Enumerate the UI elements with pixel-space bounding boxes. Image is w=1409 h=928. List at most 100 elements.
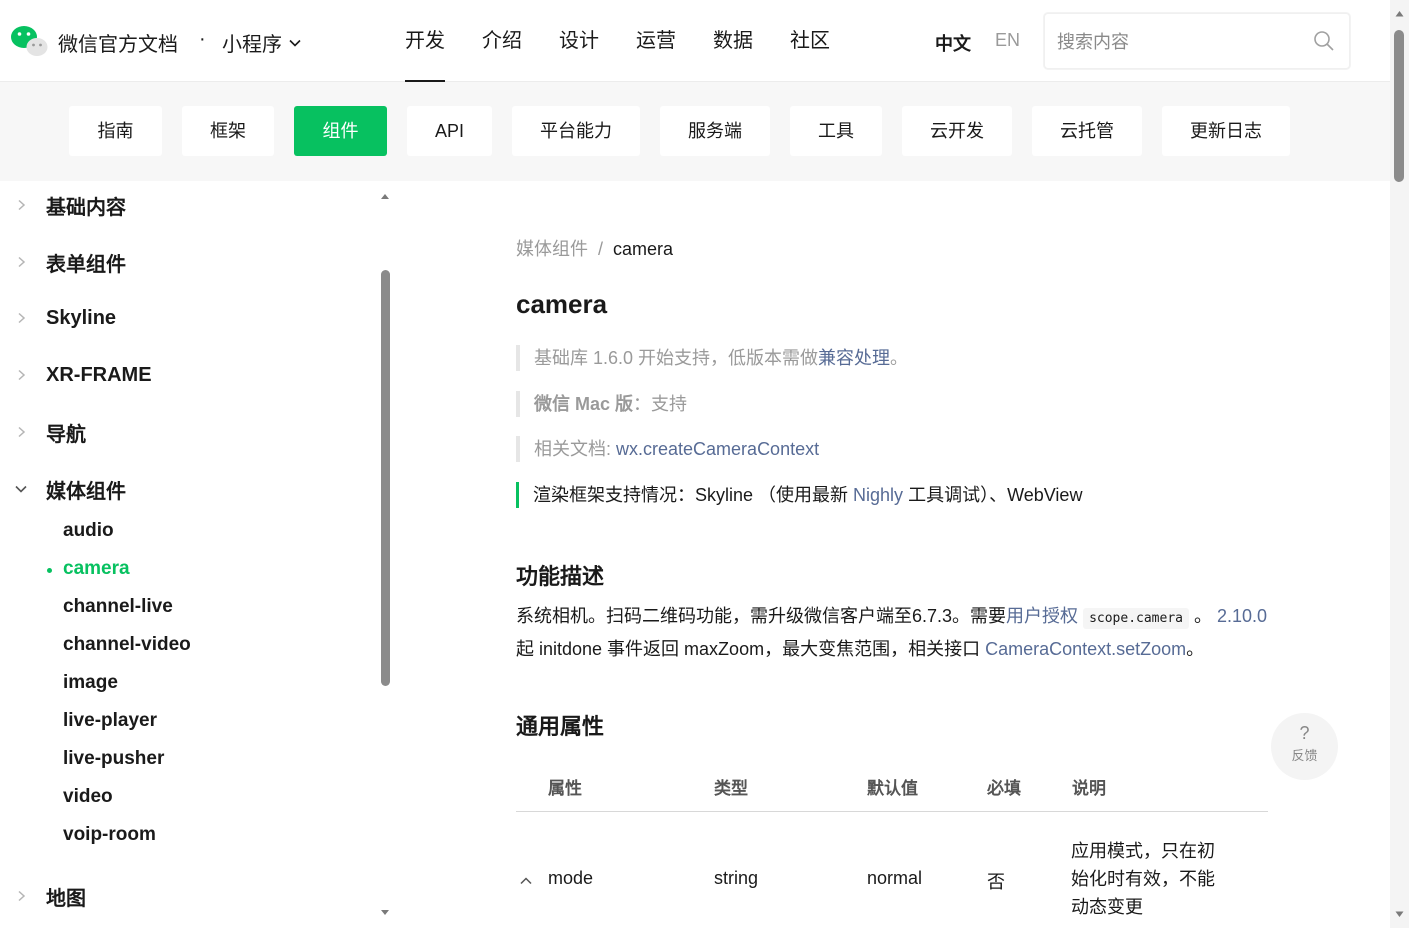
- set-zoom-link[interactable]: CameraContext.setZoom: [985, 639, 1186, 659]
- nighly-link[interactable]: Nighly: [853, 485, 903, 505]
- table-header-required: 必填: [987, 779, 1021, 798]
- table-divider: [516, 811, 1268, 812]
- table-header-type: 类型: [714, 779, 748, 798]
- category-platform[interactable]: 平台能力: [512, 106, 640, 156]
- table-cell-description: 应用模式，只在初始化时有效，不能动态变更: [1071, 841, 1215, 917]
- product-switcher[interactable]: 小程序: [222, 28, 302, 57]
- render-support-note: 渲染框架支持情况：Skyline （使用最新 Nighly 工具调试）、WebV…: [516, 482, 1082, 508]
- breadcrumb-separator: /: [598, 239, 604, 259]
- nav-item-design[interactable]: 设计: [559, 0, 599, 82]
- sidebar-item-channel-video[interactable]: channel-video: [63, 634, 191, 656]
- table-cell-type: string: [714, 868, 759, 888]
- category-framework[interactable]: 框架: [182, 106, 274, 156]
- sidebar-group-basic[interactable]: 基础内容: [0, 185, 370, 225]
- brand-title[interactable]: 微信官方文档: [58, 28, 178, 57]
- category-tools[interactable]: 工具: [790, 106, 882, 156]
- sidebar-group-map[interactable]: 地图: [0, 876, 370, 916]
- scroll-up-arrow-icon[interactable]: [1395, 10, 1404, 17]
- sidebar-group-label: XR-FRAME: [46, 363, 152, 386]
- scroll-down-arrow-icon[interactable]: [380, 909, 390, 917]
- chevron-right-icon: [18, 199, 26, 211]
- page-scrollbar[interactable]: [1390, 0, 1409, 928]
- breadcrumb-parent[interactable]: 媒体组件: [516, 239, 588, 259]
- sidebar-group-skyline[interactable]: Skyline: [0, 298, 370, 338]
- desc-text-3: 起 initdone 事件返回 maxZoom，最大变焦范围，相关接口: [516, 639, 986, 659]
- feedback-label: 反馈: [1291, 748, 1318, 763]
- page-title: camera: [516, 289, 608, 319]
- wechat-logo-icon[interactable]: [10, 24, 48, 58]
- section-heading-properties: 通用属性: [516, 714, 605, 739]
- chevron-right-icon: [18, 890, 26, 902]
- nav-item-intro[interactable]: 介绍: [482, 0, 522, 82]
- lang-en-button[interactable]: EN: [995, 30, 1020, 51]
- category-guide[interactable]: 指南: [69, 106, 162, 156]
- chevron-right-icon: [18, 312, 26, 324]
- section-heading-description: 功能描述: [516, 564, 605, 589]
- sidebar-group-label: 媒体组件: [46, 480, 126, 503]
- sidebar-group-label: 表单组件: [46, 253, 126, 276]
- feedback-button[interactable]: ? 反馈: [1271, 713, 1338, 780]
- sidebar-group-navigation[interactable]: 导航: [0, 412, 370, 452]
- table-header-property: 属性: [548, 779, 582, 798]
- sidebar-item-voip-room[interactable]: voip-room: [63, 824, 156, 846]
- sidebar-scrollbar-thumb[interactable]: [381, 270, 390, 686]
- search-box: [1044, 13, 1350, 69]
- sidebar-item-camera[interactable]: camera: [63, 558, 130, 580]
- desc-text-1: 系统相机。扫码二维码功能，需升级微信客户端至6.7.3。需要: [516, 606, 1007, 626]
- related-docs-label: 相关文档:: [534, 439, 617, 459]
- sidebar-item-video[interactable]: video: [63, 786, 113, 808]
- related-docs-note: 相关文档: wx.createCameraContext: [516, 436, 819, 462]
- category-bar: 指南 框架 组件 API 平台能力 服务端 工具 云开发 云托管 更新日志: [0, 82, 1390, 181]
- sidebar-item-live-player[interactable]: live-player: [63, 710, 157, 732]
- create-camera-context-link[interactable]: wx.createCameraContext: [616, 439, 819, 459]
- category-changelog[interactable]: 更新日志: [1162, 106, 1290, 156]
- mac-support-text: ：支持: [633, 394, 688, 414]
- sidebar-group-label: 地图: [46, 887, 86, 910]
- scroll-up-arrow-icon[interactable]: [380, 192, 390, 200]
- category-cloud-dev[interactable]: 云开发: [902, 106, 1012, 156]
- mac-support-note: 微信 Mac 版：支持: [516, 391, 687, 417]
- nav-item-develop[interactable]: 开发: [405, 0, 445, 82]
- chevron-down-icon: [289, 39, 301, 47]
- sidebar-item-audio[interactable]: audio: [63, 520, 114, 542]
- nav-item-community[interactable]: 社区: [790, 0, 830, 82]
- scroll-down-arrow-icon[interactable]: [1395, 911, 1404, 918]
- version-link[interactable]: 2.10.0: [1217, 606, 1267, 626]
- brand-separator: ·: [199, 28, 206, 50]
- nav-item-operation[interactable]: 运营: [636, 0, 676, 82]
- table-cell-default: normal: [867, 868, 923, 888]
- sidebar-group-media[interactable]: 媒体组件: [0, 469, 370, 509]
- category-server[interactable]: 服务端: [660, 106, 770, 156]
- table-header-default: 默认值: [867, 779, 918, 798]
- category-components[interactable]: 组件: [294, 106, 387, 156]
- desc-text-2: 。: [1188, 606, 1217, 626]
- compat-link[interactable]: 兼容处理: [818, 348, 890, 368]
- page-scrollbar-thumb[interactable]: [1394, 30, 1404, 182]
- table-cell-name: mode: [548, 868, 594, 888]
- breadcrumb: 媒体组件 / camera: [516, 235, 673, 261]
- chevron-right-icon: [18, 369, 26, 381]
- support-note-text: 基础库 1.6.0 开始支持，低版本需做: [534, 348, 819, 368]
- table-cell-required: 否: [987, 872, 1005, 892]
- top-header: 微信官方文档 · 小程序 开发 介绍 设计 运营 数据 社区 中文 EN: [0, 0, 1390, 82]
- search-input[interactable]: [1057, 28, 1307, 56]
- sidebar-item-image[interactable]: image: [63, 672, 118, 694]
- user-auth-link[interactable]: 用户授权: [1006, 606, 1078, 626]
- support-note-end: 。: [890, 348, 909, 368]
- sidebar-group-form[interactable]: 表单组件: [0, 242, 370, 282]
- sidebar-group-label: 基础内容: [46, 196, 126, 219]
- category-cloud-hosting[interactable]: 云托管: [1032, 106, 1142, 156]
- nav-item-data[interactable]: 数据: [713, 0, 753, 82]
- sidebar-group-xr-frame[interactable]: XR-FRAME: [0, 355, 370, 395]
- sidebar-item-channel-live[interactable]: channel-live: [63, 596, 173, 618]
- chevron-up-icon[interactable]: [519, 874, 533, 888]
- category-api[interactable]: API: [407, 106, 492, 156]
- sidebar-group-label: 导航: [46, 423, 86, 446]
- sidebar-item-live-pusher[interactable]: live-pusher: [63, 748, 164, 770]
- lang-zh-button[interactable]: 中文: [935, 30, 971, 56]
- render-support-end: 工具调试）、WebView: [903, 485, 1083, 505]
- chevron-right-icon: [18, 256, 26, 268]
- main-content: 媒体组件 / camera camera 基础库 1.6.0 开始支持，低版本需做兼…: [395, 181, 1390, 928]
- chevron-right-icon: [18, 426, 26, 438]
- search-icon[interactable]: [1313, 30, 1335, 52]
